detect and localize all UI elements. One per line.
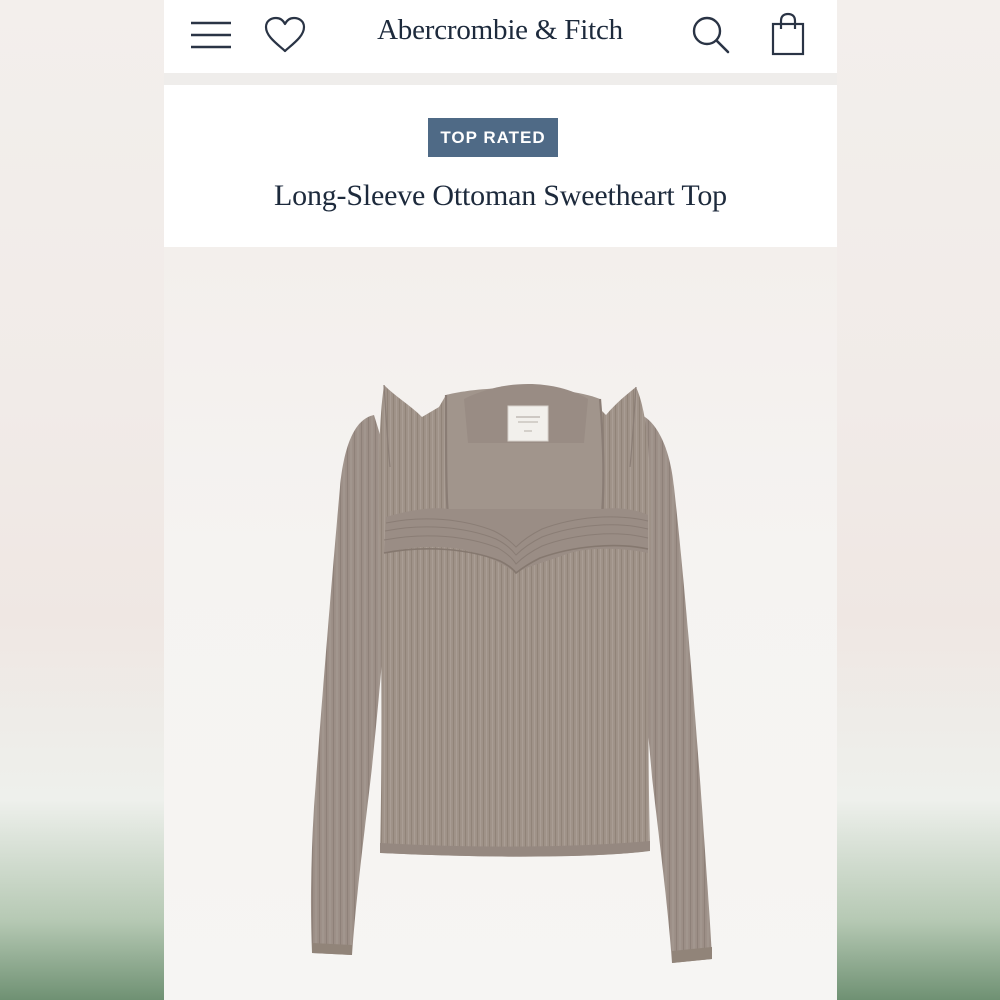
header-divider xyxy=(164,73,837,85)
sweater-illustration xyxy=(310,384,712,963)
search-icon[interactable] xyxy=(691,15,731,55)
product-title: Long-Sleeve Ottoman Sweetheart Top xyxy=(274,179,727,212)
backdrop-left xyxy=(0,0,164,1000)
top-rated-badge: TOP RATED xyxy=(428,118,558,157)
product-image[interactable] xyxy=(164,247,837,1000)
product-title-card: TOP RATED Long-Sleeve Ottoman Sweetheart… xyxy=(164,85,837,247)
hamburger-menu-icon[interactable] xyxy=(190,20,232,50)
top-navigation-bar: Abercrombie & Fitch xyxy=(164,0,837,73)
brand-logo[interactable]: Abercrombie & Fitch xyxy=(374,14,626,50)
backdrop-right xyxy=(837,0,1000,1000)
heart-icon[interactable] xyxy=(264,16,306,54)
phone-screen: Abercrombie & Fitch TOP RATED Long-Sleev… xyxy=(164,0,837,1000)
neck-label xyxy=(507,405,549,442)
left-sleeve xyxy=(310,415,390,955)
shopping-bag-icon[interactable] xyxy=(770,12,806,56)
